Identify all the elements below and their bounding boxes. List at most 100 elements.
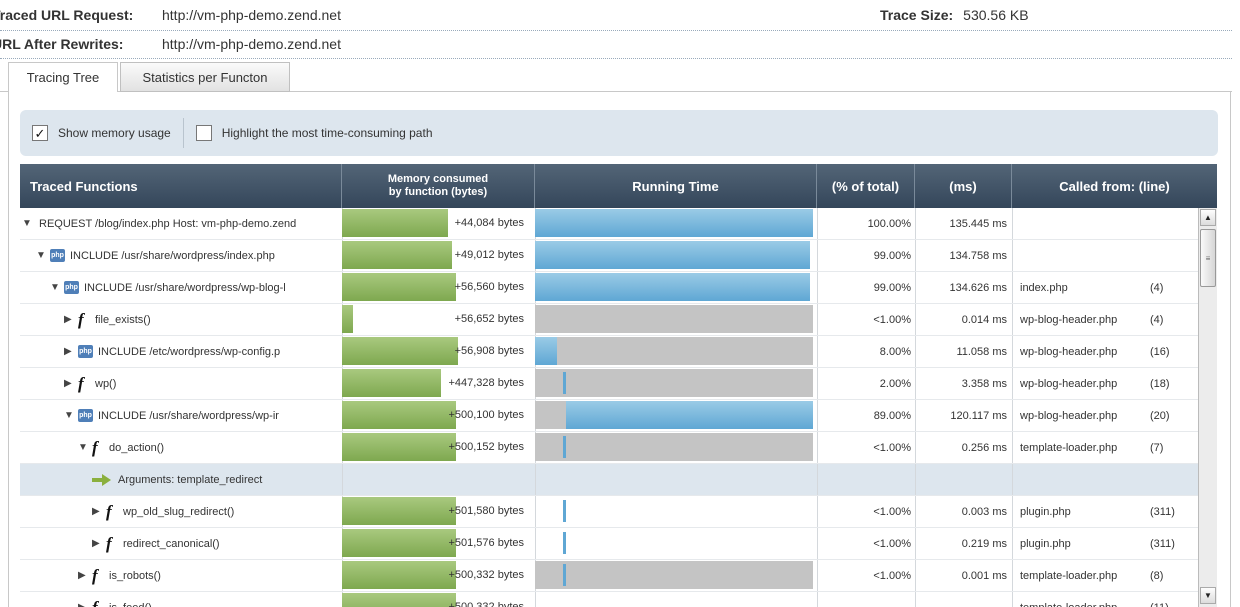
column-separator: [1012, 240, 1013, 271]
function-cell: ▶ f wp(): [64, 368, 340, 399]
memory-bar-fill: [342, 305, 354, 333]
col-memory[interactable]: Memory consumed by function (bytes): [342, 164, 535, 208]
show-memory-checkbox[interactable]: ✓: [32, 125, 48, 141]
running-time-bar-bg: [535, 337, 813, 365]
running-time-bar: [535, 369, 813, 397]
tab-tracing-tree[interactable]: Tracing Tree: [8, 62, 118, 92]
traced-url-row: Traced URL Request: http://vm-php-demo.z…: [0, 2, 341, 28]
expand-right-icon[interactable]: ▶: [78, 602, 92, 607]
col-running-time[interactable]: Running Time: [535, 164, 817, 208]
highlight-path-checkbox[interactable]: [195, 125, 212, 141]
scroll-thumb[interactable]: ≡: [1200, 229, 1216, 287]
trace-row[interactable]: ▼ php INCLUDE /usr/share/wordpress/wp-blog…: [20, 272, 1198, 304]
highlight-path-option[interactable]: Highlight the most time-consuming path: [184, 125, 445, 141]
percent-value: <1.00%: [873, 313, 911, 326]
function-label: INCLUDE /etc/wordpress/wp-config.p: [98, 345, 281, 358]
column-separator: [1012, 208, 1013, 239]
expand-down-icon[interactable]: ▼: [50, 282, 64, 293]
column-separator: [1012, 400, 1013, 431]
ms-value: 11.058 ms: [956, 345, 1007, 358]
running-time-bar: [535, 273, 813, 301]
memory-bar-fill: [342, 369, 441, 397]
called-from-line: (4): [1150, 313, 1164, 326]
function-cell: ▼ REQUEST /blog/index.php Host: vm-php-de…: [22, 208, 340, 239]
scroll-up-icon[interactable]: ▲: [1200, 209, 1216, 226]
running-time-marker: [563, 564, 566, 586]
trace-row[interactable]: ▶ f is_robots() +500,332 bytes <1.00% 0.001 m…: [20, 560, 1198, 592]
trace-row[interactable]: ▼ php INCLUDE /usr/share/wordpress/index.p…: [20, 240, 1198, 272]
running-time-bar: [535, 433, 813, 461]
function-label: file_exists(): [95, 313, 151, 326]
expand-down-icon[interactable]: ▼: [22, 218, 36, 229]
memory-bar-fill: [342, 273, 456, 301]
ms-value: 3.358 ms: [961, 377, 1007, 390]
expand-down-icon[interactable]: ▼: [64, 410, 78, 421]
col-called-from[interactable]: Called from: (line): [1012, 164, 1217, 208]
ms-value: 120.117 ms: [950, 409, 1007, 422]
expand-right-icon[interactable]: ▶: [64, 346, 78, 357]
column-separator: [535, 464, 536, 495]
column-separator: [1012, 464, 1013, 495]
arguments-row[interactable]: Arguments: template_redirect: [20, 464, 1198, 496]
ms-value: 0.219 ms: [961, 537, 1007, 550]
column-separator: [1012, 528, 1013, 559]
function-label: wp_old_slug_redirect(): [123, 505, 235, 518]
vertical-scrollbar[interactable]: ▲ ≡ ▼: [1198, 208, 1217, 607]
percent-value: 100.00%: [867, 217, 911, 230]
called-from-line: (8): [1150, 569, 1164, 582]
column-separator: [915, 464, 916, 495]
expand-down-icon[interactable]: ▼: [36, 250, 50, 261]
expand-right-icon[interactable]: ▶: [92, 538, 106, 549]
memory-value: +56,560 bytes: [454, 281, 524, 293]
memory-bar-fill: [342, 401, 456, 429]
col-ms[interactable]: (ms): [915, 164, 1012, 208]
called-from-file: wp-blog-header.php: [1020, 409, 1118, 422]
memory-bar: +56,908 bytes: [342, 337, 532, 365]
called-from-line: (4): [1150, 281, 1164, 294]
running-time-bar-fill: [535, 241, 811, 269]
called-from-file: template-loader.php: [1020, 441, 1118, 454]
trace-row[interactable]: ▼ php INCLUDE /usr/share/wordpress/wp-ir +5…: [20, 400, 1198, 432]
trace-size-value: 530.56 KB: [963, 7, 1029, 23]
function-icon: f: [78, 309, 84, 329]
tab-statistics-per-function[interactable]: Statistics per Functon: [120, 62, 290, 92]
memory-bar: +56,652 bytes: [342, 305, 532, 333]
function-cell: ▶ php INCLUDE /etc/wordpress/wp-config.p: [64, 336, 340, 367]
expand-right-icon[interactable]: ▶: [78, 570, 92, 581]
col-traced-functions[interactable]: Traced Functions: [20, 164, 342, 208]
percent-value: <1.00%: [873, 505, 911, 518]
trace-row[interactable]: ▶ f wp() +447,328 bytes 2.00% 3.358 ms wp-blog…: [20, 368, 1198, 400]
called-from-file: wp-blog-header.php: [1020, 345, 1118, 358]
function-label: redirect_canonical(): [123, 537, 220, 550]
called-from-file: [1020, 208, 1138, 239]
expand-down-icon[interactable]: ▼: [78, 442, 92, 453]
expand-right-icon[interactable]: ▶: [92, 506, 106, 517]
expand-right-icon[interactable]: ▶: [64, 378, 78, 389]
function-icon: f: [106, 533, 112, 553]
memory-value: +44,084 bytes: [454, 217, 524, 229]
rewrites-value: http://vm-php-demo.zend.net: [162, 36, 341, 52]
running-time-bar-bg: [535, 369, 813, 397]
show-memory-label: Show memory usage: [58, 126, 171, 140]
trace-row[interactable]: ▼ REQUEST /blog/index.php Host: vm-php-de…: [20, 208, 1198, 240]
function-icon: f: [92, 597, 98, 607]
trace-row[interactable]: ▼ f do_action() +500,152 bytes <1.00% 0.256 m…: [20, 432, 1198, 464]
called-from-line: [1150, 240, 1196, 271]
called-from-file: [1020, 240, 1138, 271]
trace-row[interactable]: ▶ php INCLUDE /etc/wordpress/wp-config.p +5…: [20, 336, 1198, 368]
col-percent-total[interactable]: (% of total): [817, 164, 915, 208]
memory-bar-fill: [342, 209, 449, 237]
trace-row[interactable]: ▶ f wp_old_slug_redirect() +501,580 bytes <1…: [20, 496, 1198, 528]
expand-right-icon[interactable]: ▶: [64, 314, 78, 325]
function-cell: ▶ f file_exists(): [64, 304, 340, 335]
function-label: INCLUDE /usr/share/wordpress/index.php: [70, 249, 275, 262]
percent-value: [817, 592, 911, 607]
trace-row[interactable]: ▶f is_feed() +500,332 bytes template-loader…: [20, 592, 1198, 607]
show-memory-option[interactable]: ✓ Show memory usage: [20, 125, 183, 141]
trace-row[interactable]: ▶ f redirect_canonical() +501,576 bytes <1.0…: [20, 528, 1198, 560]
panel-border-left: [8, 92, 9, 607]
scroll-down-icon[interactable]: ▼: [1200, 587, 1216, 604]
php-file-icon: php: [78, 345, 93, 358]
trace-row[interactable]: ▶ f file_exists() +56,652 bytes <1.00% 0.014 …: [20, 304, 1198, 336]
called-from-file: plugin.php: [1020, 505, 1071, 518]
